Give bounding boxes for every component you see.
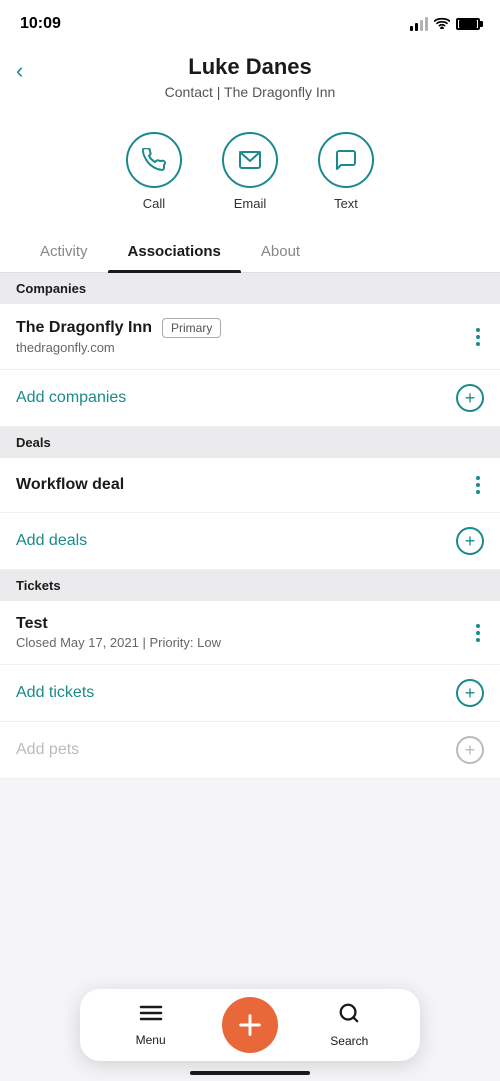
battery-icon: [456, 18, 480, 30]
add-tickets-row[interactable]: Add tickets +: [0, 665, 500, 722]
company-url: thedragonfly.com: [16, 340, 472, 355]
add-pets-row: Add pets +: [0, 722, 500, 779]
contact-header: ‹ Luke Danes Contact | The Dragonfly Inn: [0, 44, 500, 116]
tab-associations[interactable]: Associations: [108, 231, 241, 272]
add-deals-row[interactable]: Add deals +: [0, 513, 500, 570]
action-buttons: Call Email Text: [0, 116, 500, 231]
email-circle: [222, 132, 278, 188]
back-button[interactable]: ‹: [16, 58, 23, 84]
ticket-name: Test: [16, 615, 472, 633]
tab-about[interactable]: About: [241, 231, 320, 272]
signal-icon: [410, 17, 428, 31]
tabs: Activity Associations About: [0, 231, 500, 273]
company-dots-menu[interactable]: [472, 324, 484, 350]
status-time: 10:09: [20, 15, 61, 33]
company-item-content: The Dragonfly Inn Primary thedragonfly.c…: [16, 318, 472, 355]
add-tickets-icon: +: [456, 679, 484, 707]
contact-name: Luke Danes: [20, 54, 480, 80]
add-pets-icon: +: [456, 736, 484, 764]
add-pets-label: Add pets: [16, 741, 79, 759]
menu-label: Menu: [136, 1033, 166, 1047]
search-icon: [338, 1002, 360, 1030]
companies-section-header: Companies: [0, 273, 500, 304]
bottom-nav: Menu Search: [80, 989, 420, 1061]
primary-badge: Primary: [162, 318, 221, 338]
ticket-item-content: Test Closed May 17, 2021 | Priority: Low: [16, 615, 472, 650]
deals-section-header: Deals: [0, 427, 500, 458]
search-label: Search: [330, 1034, 368, 1048]
tab-activity[interactable]: Activity: [20, 231, 108, 272]
email-label: Email: [234, 196, 267, 211]
text-label: Text: [334, 196, 358, 211]
wifi-icon: [434, 16, 450, 32]
deal-item: Workflow deal: [0, 458, 500, 513]
add-companies-label: Add companies: [16, 389, 126, 407]
ticket-subtitle: Closed May 17, 2021 | Priority: Low: [16, 635, 472, 650]
menu-icon: [139, 1003, 163, 1029]
tickets-section-header: Tickets: [0, 570, 500, 601]
company-item: The Dragonfly Inn Primary thedragonfly.c…: [0, 304, 500, 370]
call-button[interactable]: Call: [126, 132, 182, 211]
contact-subtitle: Contact | The Dragonfly Inn: [20, 84, 480, 100]
add-deals-label: Add deals: [16, 532, 87, 550]
text-button[interactable]: Text: [318, 132, 374, 211]
menu-button[interactable]: Menu: [121, 1003, 181, 1047]
email-button[interactable]: Email: [222, 132, 278, 211]
home-indicator: [190, 1071, 310, 1075]
deal-name: Workflow deal: [16, 476, 472, 494]
add-button[interactable]: [222, 997, 278, 1053]
call-circle: [126, 132, 182, 188]
company-name: The Dragonfly Inn Primary: [16, 318, 472, 338]
add-companies-row[interactable]: Add companies +: [0, 370, 500, 427]
ticket-dots-menu[interactable]: [472, 620, 484, 646]
search-button[interactable]: Search: [319, 1002, 379, 1048]
status-bar: 10:09: [0, 0, 500, 44]
deal-item-content: Workflow deal: [16, 476, 472, 494]
add-deals-icon: +: [456, 527, 484, 555]
deal-dots-menu[interactable]: [472, 472, 484, 498]
ticket-item: Test Closed May 17, 2021 | Priority: Low: [0, 601, 500, 665]
content-area: Companies The Dragonfly Inn Primary thed…: [0, 273, 500, 899]
add-companies-icon: +: [456, 384, 484, 412]
call-label: Call: [143, 196, 165, 211]
text-circle: [318, 132, 374, 188]
add-tickets-label: Add tickets: [16, 684, 94, 702]
status-icons: [410, 16, 480, 32]
